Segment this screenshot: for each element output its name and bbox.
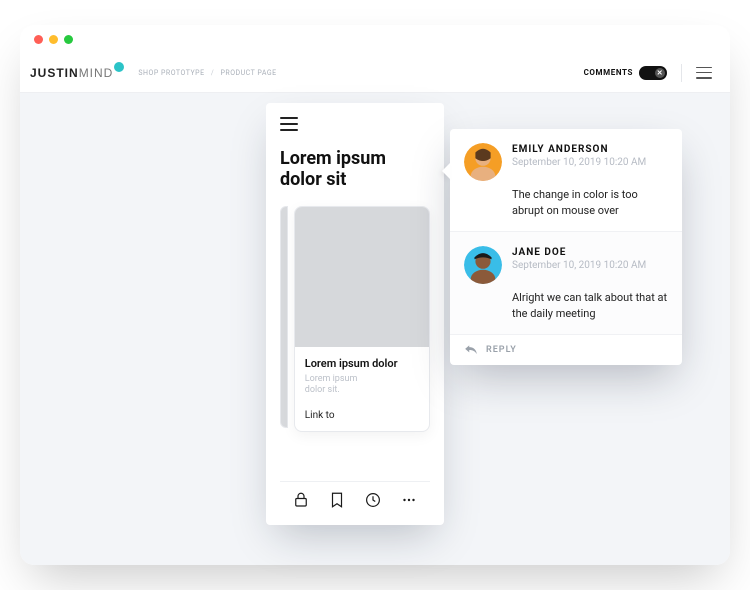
comment-timestamp: September 10, 2019 10:20 AM: [512, 260, 668, 271]
comments-toggle-label: COMMENTS: [584, 68, 633, 77]
app-topbar: JUSTINMIND SHOP PROTOTYPE / PRODUCT PAGE…: [20, 53, 730, 93]
product-card[interactable]: Lorem ipsum dolor Lorem ipsum dolor sit.…: [294, 206, 430, 432]
bookmark-icon[interactable]: [328, 491, 346, 509]
comment-body: The change in color is too abrupt on mou…: [512, 187, 668, 219]
card-title: Lorem ipsum dolor: [305, 357, 419, 370]
avatar: [464, 143, 502, 181]
logo-text-bold: JUSTIN: [30, 66, 79, 80]
logo-text-light: MIND: [79, 66, 114, 80]
prototype-canvas: Lorem ipsum dolor sit Lorem ipsum dolor …: [20, 93, 730, 565]
card-carousel[interactable]: Lorem ipsum dolor Lorem ipsum dolor sit.…: [280, 206, 430, 432]
bottom-tabbar: [280, 481, 430, 517]
logo-dot-icon: [114, 62, 124, 72]
window-controls: [34, 35, 73, 44]
lock-icon[interactable]: [292, 491, 310, 509]
mobile-prototype: Lorem ipsum dolor sit Lorem ipsum dolor …: [266, 103, 444, 525]
reply-button[interactable]: REPLY: [450, 334, 682, 365]
comments-panel: EMILY ANDERSON September 10, 2019 10:20 …: [450, 129, 682, 365]
hamburger-icon[interactable]: [280, 117, 298, 131]
breadcrumb: SHOP PROTOTYPE / PRODUCT PAGE: [138, 69, 276, 77]
page-title: Lorem ipsum dolor sit: [280, 149, 430, 190]
card-subtitle: Lorem ipsum dolor sit.: [305, 374, 419, 396]
comment-item: EMILY ANDERSON September 10, 2019 10:20 …: [450, 129, 682, 231]
comment-timestamp: September 10, 2019 10:20 AM: [512, 157, 668, 168]
comment-item: JANE DOE September 10, 2019 10:20 AM Alr…: [450, 231, 682, 334]
comment-author: EMILY ANDERSON: [512, 144, 668, 155]
clock-icon[interactable]: [364, 491, 382, 509]
reply-icon: [464, 343, 478, 357]
breadcrumb-item[interactable]: PRODUCT PAGE: [220, 69, 276, 77]
comment-author: JANE DOE: [512, 247, 668, 258]
minimize-window-icon[interactable]: [49, 35, 58, 44]
app-logo[interactable]: JUSTINMIND: [30, 66, 124, 80]
close-icon: ✕: [655, 68, 665, 78]
maximize-window-icon[interactable]: [64, 35, 73, 44]
avatar: [464, 246, 502, 284]
comments-toggle[interactable]: COMMENTS ✕: [584, 66, 667, 80]
more-icon[interactable]: [400, 491, 418, 509]
toggle-switch[interactable]: ✕: [639, 66, 667, 80]
browser-window: JUSTINMIND SHOP PROTOTYPE / PRODUCT PAGE…: [20, 25, 730, 565]
previous-card-peek[interactable]: [280, 206, 288, 428]
card-image-placeholder: [295, 207, 429, 347]
close-window-icon[interactable]: [34, 35, 43, 44]
card-link[interactable]: Link to: [305, 410, 419, 421]
breadcrumb-item[interactable]: SHOP PROTOTYPE: [138, 69, 204, 77]
reply-label: REPLY: [486, 345, 517, 355]
comment-body: Alright we can talk about that at the da…: [512, 290, 668, 322]
breadcrumb-separator: /: [211, 69, 214, 77]
main-menu-button[interactable]: [696, 67, 712, 79]
divider: [681, 64, 682, 82]
